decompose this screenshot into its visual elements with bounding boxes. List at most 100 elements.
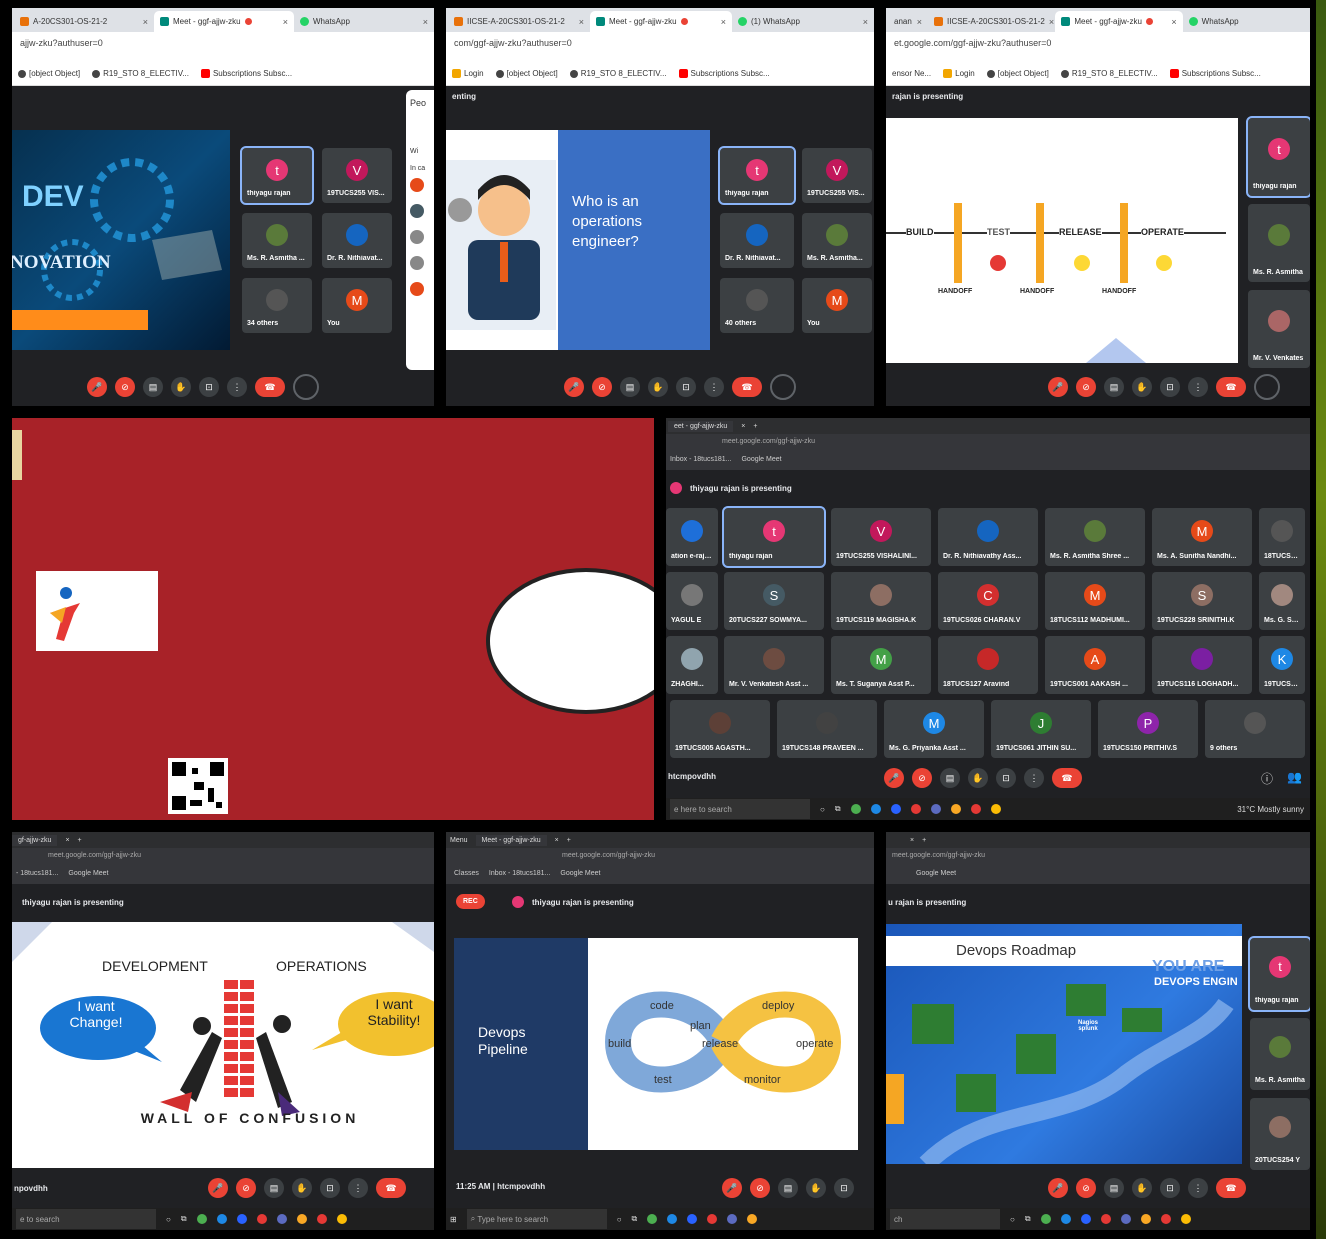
close-icon[interactable]: × xyxy=(741,423,745,430)
participant-tile[interactable]: 19TUCS005 AGASTH... xyxy=(670,700,770,758)
close-icon[interactable]: × xyxy=(910,837,914,844)
participant-tile[interactable]: P 19TUCS150 PRITHIV.S xyxy=(1098,700,1198,758)
app-icon[interactable] xyxy=(850,804,861,814)
bookmark[interactable]: Subscriptions Subsc... xyxy=(1169,69,1261,78)
participant-tile[interactable]: M Ms. G. Priyanka Asst ... xyxy=(884,700,984,758)
close-icon[interactable]: × xyxy=(917,17,922,27)
camera-off-button[interactable]: ⊘ xyxy=(592,377,612,397)
participant-tile[interactable]: 40 others xyxy=(720,278,794,333)
end-call-button[interactable]: ☎ xyxy=(1216,377,1246,397)
tab-meet[interactable]: eet - ggf-ajjw-zku xyxy=(668,420,734,432)
captions-button[interactable]: ▤ xyxy=(778,1178,798,1198)
bookmark[interactable]: Subscriptions Subsc... xyxy=(678,69,770,78)
participant-tile[interactable]: M 18TUCS112 MADHUMI... xyxy=(1045,572,1145,630)
close-icon[interactable]: × xyxy=(65,837,69,844)
tab-meet[interactable]: Meet - ggf-ajjw-zku xyxy=(475,834,547,846)
captions-button[interactable]: ▤ xyxy=(620,377,640,397)
participant-tile[interactable]: C 19TUCS026 CHARAN.V xyxy=(938,572,1038,630)
edge-icon[interactable] xyxy=(667,1214,678,1224)
new-tab-icon[interactable]: + xyxy=(753,423,757,430)
participant-tile[interactable]: 19TUCS119 MAGISHA.K xyxy=(831,572,931,630)
participant-tile[interactable]: Ms. G. Sanc xyxy=(1259,572,1305,630)
edge-icon[interactable] xyxy=(1060,1214,1071,1224)
participant-tile[interactable]: V 19TUCS255 VISHALINI... xyxy=(831,508,931,566)
present-button[interactable]: ⊡ xyxy=(199,377,219,397)
participant-tile[interactable]: Mr. V. Venkates xyxy=(1248,290,1310,368)
participant-tile[interactable]: t thiyagu rajan xyxy=(240,146,314,205)
camera-off-button[interactable]: ⊘ xyxy=(1076,1178,1096,1198)
app-icon[interactable] xyxy=(1120,1214,1131,1224)
mic-off-button[interactable]: 🎤 xyxy=(722,1178,742,1198)
tab-whatsapp[interactable]: (1) WhatsApp × xyxy=(732,11,874,32)
opera-icon[interactable] xyxy=(316,1214,327,1224)
cortana-icon[interactable]: ○ xyxy=(1010,1215,1015,1224)
participant-tile[interactable]: Mr. V. Venkatesh Asst ... xyxy=(724,636,824,694)
bookmark[interactable]: R19_STO 8_ELECTIV... xyxy=(92,69,189,78)
more-options-button[interactable]: ⋮ xyxy=(348,1178,368,1198)
mic-off-button[interactable]: 🎤 xyxy=(884,768,904,788)
new-tab-icon[interactable]: + xyxy=(78,837,82,844)
end-call-button[interactable]: ☎ xyxy=(376,1178,406,1198)
task-view-icon[interactable]: ⧉ xyxy=(632,1214,638,1224)
tab-other[interactable]: anan × xyxy=(888,11,928,32)
captions-button[interactable]: ▤ xyxy=(1104,1178,1124,1198)
participant-tile[interactable]: 18TUCS110 ... xyxy=(1259,508,1305,566)
close-icon[interactable]: × xyxy=(721,17,726,27)
address-bar[interactable]: ajjw-zku?authuser=0 xyxy=(12,32,434,62)
present-button[interactable]: ⊡ xyxy=(676,377,696,397)
mic-off-button[interactable]: 🎤 xyxy=(564,377,584,397)
participant-tile[interactable]: M Ms. A. Sunitha Nandhi... xyxy=(1152,508,1252,566)
opera-icon[interactable] xyxy=(970,804,981,814)
end-call-button[interactable]: ☎ xyxy=(1052,768,1082,788)
participant-tile[interactable]: S 20TUCS227 SOWMYA... xyxy=(724,572,824,630)
word-icon[interactable] xyxy=(890,804,901,814)
raise-hand-button[interactable]: ✋ xyxy=(648,377,668,397)
tab-meet[interactable]: gf-ajjw-zku xyxy=(12,834,58,846)
cortana-icon[interactable]: ○ xyxy=(166,1215,171,1224)
camera-off-button[interactable]: ⊘ xyxy=(1076,377,1096,397)
present-button[interactable]: ⊡ xyxy=(996,768,1016,788)
participant-tile[interactable]: Dr. R. Nithiavathy Ass... xyxy=(938,508,1038,566)
tab-os[interactable]: IICSE-A-20CS301-OS-21-2 × xyxy=(448,11,590,32)
tab-menu[interactable]: Menu xyxy=(450,837,468,844)
close-icon[interactable]: × xyxy=(579,17,584,27)
participant-tile[interactable]: J 19TUCS061 JITHIN SU... xyxy=(991,700,1091,758)
participant-tile[interactable]: t thiyagu rajan xyxy=(722,506,826,568)
address-bar[interactable]: meet.google.com/ggf-ajjw-zku xyxy=(666,434,1310,452)
raise-hand-button[interactable]: ✋ xyxy=(171,377,191,397)
people-icon[interactable]: 👥 xyxy=(1287,770,1302,787)
opera-icon[interactable] xyxy=(1160,1214,1171,1224)
folder-icon[interactable] xyxy=(747,1214,758,1224)
taskbar-search[interactable]: e here to search xyxy=(670,799,810,819)
task-view-icon[interactable]: ⧉ xyxy=(835,804,841,814)
participant-tile[interactable]: V 19TUCS255 VIS... xyxy=(802,148,872,203)
folder-icon[interactable] xyxy=(1140,1214,1151,1224)
close-icon[interactable]: × xyxy=(423,17,428,27)
app-icon[interactable] xyxy=(1100,1214,1111,1224)
chrome-icon[interactable] xyxy=(990,804,1001,814)
close-icon[interactable]: × xyxy=(863,17,868,27)
app-icon[interactable] xyxy=(727,1214,738,1224)
more-options-button[interactable]: ⋮ xyxy=(227,377,247,397)
bookmark[interactable]: Google Meet xyxy=(741,456,781,466)
address-bar[interactable]: et.google.com/ggf-ajjw-zku?authuser=0 xyxy=(886,32,1310,62)
address-bar[interactable]: meet.google.com/ggf-ajjw-zku xyxy=(12,848,434,866)
camera-off-button[interactable]: ⊘ xyxy=(115,377,135,397)
participant-tile[interactable]: 19TUCS148 PRAVEEN ... xyxy=(777,700,877,758)
more-options-button[interactable]: ⋮ xyxy=(1024,768,1044,788)
windows-start-icon[interactable]: ⊞ xyxy=(450,1215,457,1224)
participant-tile[interactable]: YAGUL E xyxy=(666,572,718,630)
chrome-icon[interactable] xyxy=(336,1214,347,1224)
participant-tile[interactable]: S 19TUCS228 SRINITHI.K xyxy=(1152,572,1252,630)
taskbar-search[interactable]: ch xyxy=(890,1209,1000,1229)
taskbar-search[interactable]: e to search xyxy=(16,1209,156,1229)
present-button[interactable]: ⊡ xyxy=(1160,1178,1180,1198)
more-options-button[interactable]: ⋮ xyxy=(1188,377,1208,397)
app-icon[interactable] xyxy=(1040,1214,1051,1224)
bookmark[interactable]: Subscriptions Subsc... xyxy=(200,69,292,78)
address-bar[interactable]: meet.google.com/ggf-ajjw-zku xyxy=(886,848,1310,866)
edge-icon[interactable] xyxy=(216,1214,227,1224)
raise-hand-button[interactable]: ✋ xyxy=(1132,1178,1152,1198)
bookmark[interactable]: Inbox - 18tucs181... xyxy=(489,870,550,880)
participant-tile[interactable]: A 19TUCS001 AAKASH ... xyxy=(1045,636,1145,694)
